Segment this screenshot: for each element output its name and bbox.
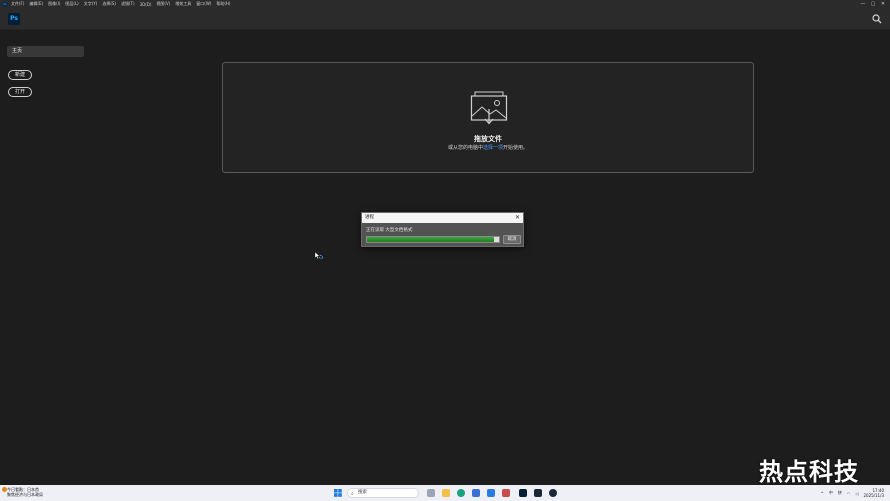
new-button[interactable]: 新建 [8,70,32,80]
clock-date: 2025/11/3 [863,493,884,498]
menu-3d[interactable]: 3D(D) [140,2,152,7]
drop-zone-subtitle-pre: 或从您的电脑中 [447,145,483,151]
wifi-icon[interactable]: ◠ [847,491,851,496]
file-drop-zone[interactable]: 拖放文件 或从您的电脑中选择一项开始使用。 [222,62,754,173]
tray-chevron-icon[interactable]: ^ [821,491,824,496]
menu-filter[interactable]: 滤镜(T) [121,1,135,7]
app-icon[interactable] [502,489,510,497]
edge-browser-icon[interactable] [457,489,465,497]
menu-edit[interactable]: 编辑(E) [29,1,43,7]
close-window-button[interactable]: ✕ [878,1,888,7]
menu-view[interactable]: 视图(V) [156,1,170,7]
menu-window[interactable]: 窗口(W) [196,1,211,7]
dialog-title: 进程 [362,213,523,223]
steam-client-icon[interactable] [549,489,557,497]
open-button[interactable]: 打开 [8,87,32,97]
busy-cursor-icon [315,252,323,260]
photoshop-taskbar-icon[interactable] [519,489,527,497]
news-alert-icon [2,487,7,492]
photoshop-logo[interactable]: Ps [8,13,20,25]
menu-file[interactable]: 文件(F) [11,1,24,7]
news-widget[interactable]: 今日看點：日本首 聚焦经济与日本政局 [2,487,43,497]
clock[interactable]: 17:40 2025/11/3 [863,488,884,498]
progress-dialog: 进程 ✕ 正在读取 大型文档格式 取消 [361,212,524,247]
sidebar-item-home[interactable]: 主页 [7,46,84,57]
progress-bar [366,236,500,243]
maximize-button[interactable]: ▢ [868,1,878,7]
steam-icon[interactable] [534,489,542,497]
app-header: Ps [0,8,890,30]
close-icon[interactable]: ✕ [515,213,520,223]
menu-bar: Ps 文件(F) 编辑(E) 图像(I) 图层(L) 文字(Y) 选择(S) 滤… [0,0,890,8]
input-mode-indicator[interactable]: 拼 [838,490,842,496]
drop-zone-title: 拖放文件 [474,135,502,143]
menu-layer[interactable]: 图层(L) [65,1,78,7]
image-upload-icon [470,91,508,125]
cancel-button[interactable]: 取消 [503,235,521,244]
progress-status-text: 正在读取 大型文档格式 [366,228,413,233]
taskbar-search-placeholder: 搜索 [358,490,367,495]
drop-zone-subtitle-post: 开始使用。 [503,145,529,151]
photos-icon[interactable] [487,489,495,497]
task-view-icon[interactable] [427,489,435,497]
ime-indicator[interactable]: 中 [829,490,833,496]
progress-bar-fill [367,237,494,242]
taskbar-search-box[interactable]: ⌕ 搜索 [347,488,419,498]
windows-taskbar: 今日看點：日本首 聚焦经济与日本政局 ⌕ 搜索 ^ 中 拼 ◠ ◁ 17:40 [0,485,890,501]
system-tray: ^ 中 拼 ◠ ◁ 17:40 2025/11/3 [816,487,884,499]
menu-select[interactable]: 选择(S) [102,1,116,7]
store-icon[interactable] [472,489,480,497]
news-subline: 聚焦经济与日本政局 [7,492,43,497]
watermark: 热点科技 [759,458,859,486]
select-file-link[interactable]: 选择一项 [483,145,503,151]
minimize-button[interactable]: — [858,1,868,7]
app-mini-logo: Ps [2,1,8,7]
photoshop-window: Ps 文件(F) 编辑(E) 图像(I) 图层(L) 文字(Y) 选择(S) 滤… [0,0,890,501]
drop-zone-subtitle: 或从您的电脑中选择一项开始使用。 [223,144,753,151]
windows-start-icon[interactable] [334,489,342,497]
window-controls: — ▢ ✕ [858,0,888,8]
menu-help[interactable]: 帮助(H) [216,1,230,7]
search-icon: ⌕ [351,491,354,497]
menu-image[interactable]: 图像(I) [48,1,60,7]
menu-plugins[interactable]: 增效工具 [175,1,191,7]
file-explorer-icon[interactable] [442,489,450,497]
volume-icon[interactable]: ◁ [855,491,858,496]
search-icon[interactable] [872,14,882,24]
menu-type[interactable]: 文字(Y) [84,1,98,7]
